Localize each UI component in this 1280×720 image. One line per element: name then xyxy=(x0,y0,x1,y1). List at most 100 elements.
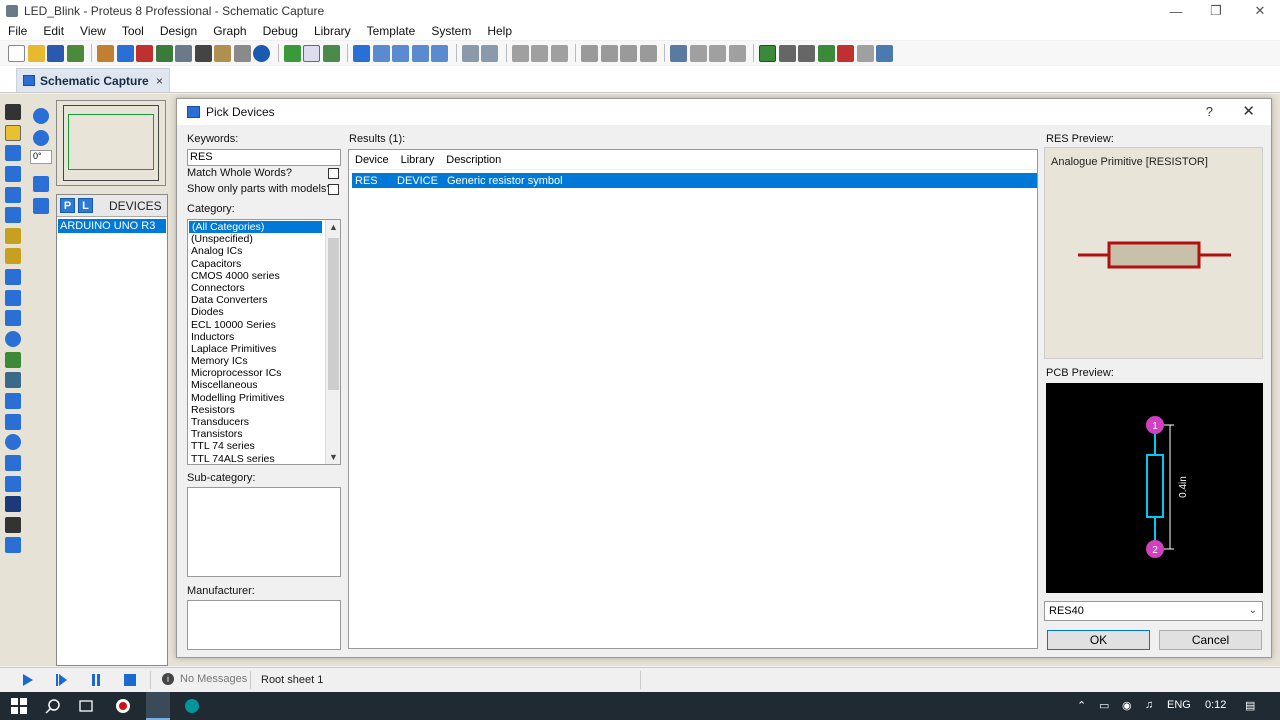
rotation-angle-field[interactable]: 0° xyxy=(30,150,52,164)
gerber-icon[interactable] xyxy=(175,44,192,62)
wire-autorouter-icon[interactable] xyxy=(759,44,776,62)
block-delete-icon[interactable] xyxy=(639,44,657,62)
manufacturer-list[interactable] xyxy=(187,600,341,650)
zoom-in-icon[interactable] xyxy=(372,44,390,62)
remove-sheet-icon[interactable] xyxy=(837,44,854,62)
category-item[interactable]: TTL 74 series xyxy=(188,440,340,452)
block-move-icon[interactable] xyxy=(600,44,618,62)
recorder-app-icon[interactable] xyxy=(115,698,131,714)
2d-line-icon[interactable] xyxy=(5,392,21,409)
category-item[interactable]: CMOS 4000 series xyxy=(188,270,340,282)
block-copy-icon[interactable] xyxy=(581,44,598,62)
cancel-button[interactable]: Cancel xyxy=(1159,630,1262,650)
pick-parts-icon[interactable] xyxy=(670,44,687,62)
column-library[interactable]: Library xyxy=(401,154,435,166)
keywords-input[interactable]: RES xyxy=(187,149,341,166)
graph-icon[interactable] xyxy=(5,289,21,306)
block-rotate-icon[interactable] xyxy=(620,44,637,62)
refresh-icon[interactable] xyxy=(283,44,301,62)
mirror-y-icon[interactable] xyxy=(33,198,49,214)
cut-icon[interactable] xyxy=(511,44,529,62)
zoom-area-icon[interactable] xyxy=(431,44,448,62)
match-whole-words-checkbox[interactable] xyxy=(328,168,339,179)
help-icon[interactable] xyxy=(253,44,270,62)
menu-help[interactable]: Help xyxy=(479,24,520,38)
bus-icon[interactable] xyxy=(5,207,21,224)
close-tab-icon[interactable]: × xyxy=(156,74,163,88)
package-select[interactable]: RES40 ⌄ xyxy=(1044,601,1263,621)
virtual-instruments-icon[interactable] xyxy=(5,372,21,389)
category-item[interactable]: ECL 10000 Series xyxy=(188,319,340,331)
category-item[interactable]: Microprocessor ICs xyxy=(188,367,340,379)
junction-dot-icon[interactable] xyxy=(5,145,21,162)
step-icon[interactable] xyxy=(56,674,68,686)
2d-markers-icon[interactable] xyxy=(5,537,21,554)
import-icon[interactable] xyxy=(66,44,84,62)
2d-circle-icon[interactable] xyxy=(5,434,21,451)
generator-icon[interactable] xyxy=(5,331,21,348)
origin-icon[interactable] xyxy=(322,44,340,62)
category-scrollbar[interactable]: ▲ ▼ xyxy=(325,220,340,464)
menu-library[interactable]: Library xyxy=(306,24,359,38)
menu-edit[interactable]: Edit xyxy=(35,24,72,38)
column-device[interactable]: Device xyxy=(355,154,389,166)
network-icon[interactable]: ◉ xyxy=(1122,699,1132,712)
proteus-taskbar-button[interactable] xyxy=(146,692,170,720)
mirror-x-icon[interactable] xyxy=(33,176,49,192)
decompose-icon[interactable] xyxy=(728,44,746,62)
volume-muted-icon[interactable]: ♫ xyxy=(1145,699,1153,711)
design-explorer-icon[interactable] xyxy=(194,44,212,62)
redo-icon[interactable] xyxy=(481,44,498,62)
category-item[interactable]: Transistors xyxy=(188,428,340,440)
new-sheet-icon[interactable] xyxy=(817,44,835,62)
task-view-icon[interactable] xyxy=(78,698,94,714)
play-icon[interactable] xyxy=(22,674,34,686)
make-device-icon[interactable] xyxy=(689,44,707,62)
menu-file[interactable]: File xyxy=(0,24,35,38)
minimize-button[interactable]: — xyxy=(1154,0,1198,22)
2d-arc-icon[interactable] xyxy=(5,454,21,471)
arduino-app-icon[interactable] xyxy=(184,698,200,714)
menu-design[interactable]: Design xyxy=(152,24,205,38)
category-item[interactable]: Capacitors xyxy=(188,258,340,270)
category-item[interactable]: Analog ICs xyxy=(188,245,340,257)
zoom-out-icon[interactable] xyxy=(392,44,409,62)
paste-icon[interactable] xyxy=(550,44,568,62)
menu-debug[interactable]: Debug xyxy=(255,24,306,38)
search-icon[interactable] xyxy=(45,698,61,714)
scroll-down-icon[interactable]: ▼ xyxy=(326,450,340,464)
menu-view[interactable]: View xyxy=(72,24,114,38)
menu-system[interactable]: System xyxy=(423,24,479,38)
device-item[interactable]: ARDUINO UNO R3 xyxy=(58,219,166,233)
help-button[interactable]: ? xyxy=(1206,104,1213,119)
zoom-all-icon[interactable] xyxy=(411,44,429,62)
show-only-models-checkbox[interactable] xyxy=(328,184,339,195)
stop-icon[interactable] xyxy=(124,674,136,686)
category-item[interactable]: Resistors xyxy=(188,404,340,416)
source-code-icon[interactable] xyxy=(233,44,251,62)
category-item[interactable]: Data Converters xyxy=(188,294,340,306)
grid-toggle-icon[interactable] xyxy=(303,44,320,62)
windows-start-icon[interactable] xyxy=(11,698,27,714)
packaging-tool-icon[interactable] xyxy=(709,44,726,62)
tab-schematic-capture[interactable]: Schematic Capture × xyxy=(16,68,170,92)
results-table[interactable]: Device Library Description RES DEVICE Ge… xyxy=(348,149,1038,649)
2d-box-icon[interactable] xyxy=(5,413,21,430)
text-script-icon[interactable] xyxy=(5,186,21,203)
library-manager-button[interactable]: L xyxy=(78,198,93,213)
category-item[interactable]: Transducers xyxy=(188,416,340,428)
category-item[interactable]: (Unspecified) xyxy=(188,233,340,245)
table-row[interactable]: RES DEVICE Generic resistor symbol xyxy=(352,173,1037,188)
overview-window[interactable] xyxy=(56,100,166,186)
menu-tool[interactable]: Tool xyxy=(114,24,152,38)
pan-icon[interactable] xyxy=(353,44,370,62)
category-item[interactable]: Laplace Primitives xyxy=(188,343,340,355)
goto-sheet-icon[interactable] xyxy=(856,44,874,62)
undo-icon[interactable] xyxy=(461,44,479,62)
property-assignment-icon[interactable] xyxy=(798,44,815,62)
selection-mode-icon[interactable] xyxy=(5,104,21,120)
pick-devices-button[interactable]: P xyxy=(60,198,75,213)
bom-icon[interactable] xyxy=(214,44,231,62)
notifications-icon[interactable]: ▤ xyxy=(1245,699,1255,712)
category-item[interactable]: Miscellaneous xyxy=(188,379,340,391)
